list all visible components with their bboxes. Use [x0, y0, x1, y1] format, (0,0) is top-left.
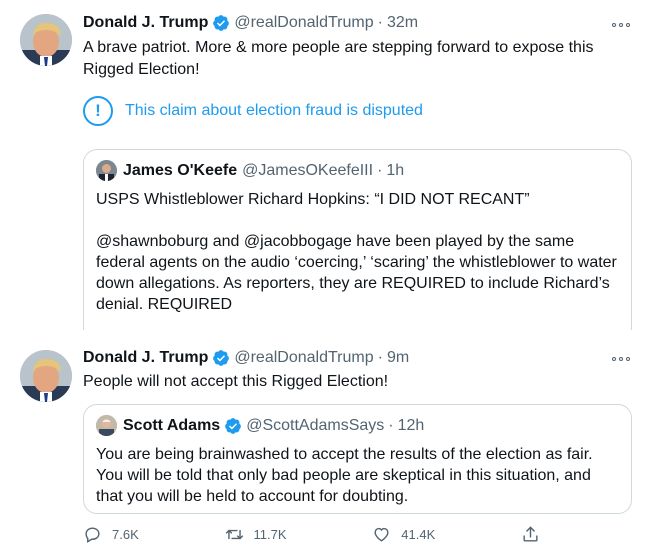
author-handle[interactable]: @realDonaldTrump: [234, 14, 373, 32]
tweet-actions: 7.6K 11.7K 41.4K: [83, 525, 550, 544]
tweet-text: People will not accept this Rigged Elect…: [83, 373, 389, 390]
like-icon: [374, 527, 389, 542]
separator-dot: ·: [377, 14, 383, 31]
tweet-timestamp[interactable]: 32m: [387, 14, 418, 32]
quoted-tweet[interactable]: James O'Keefe @JamesOKeefeIII · 1h USPS …: [83, 149, 632, 330]
reply-count: 7.6K: [112, 527, 139, 542]
like-button[interactable]: 41.4K: [372, 525, 435, 544]
quoted-author-name: Scott Adams: [123, 416, 221, 434]
retweet-icon: [225, 529, 243, 540]
disputed-claim-notice[interactable]: ! This claim about election fraud is dis…: [83, 95, 423, 127]
reply-button[interactable]: 7.6K: [83, 525, 139, 544]
quoted-author-handle: @ScottAdamsSays: [246, 416, 385, 434]
tweet-1[interactable]: Donald J. Trump @realDonaldTrump · 32m A…: [0, 0, 650, 330]
separator-dot: ·: [377, 161, 383, 179]
quoted-paragraph-1: USPS Whistleblower Richard Hopkins: “I D…: [96, 191, 530, 208]
avatar-image: [20, 14, 72, 66]
quoted-tweet-timestamp: 1h: [386, 161, 405, 179]
author-handle[interactable]: @realDonaldTrump: [234, 349, 373, 367]
author-name[interactable]: Donald J. Trump: [83, 14, 208, 32]
tweet-header: Donald J. Trump @realDonaldTrump · 32m: [83, 12, 610, 34]
quoted-author-avatar: [96, 160, 117, 181]
quoted-tweet-header: Scott Adams @ScottAdamsSays · 12h: [96, 415, 424, 436]
retweet-count: 11.7K: [253, 527, 287, 542]
share-button[interactable]: [521, 525, 550, 544]
tweet-header: Donald J. Trump @realDonaldTrump · 9m: [83, 347, 610, 369]
quoted-author-avatar: [96, 415, 117, 436]
more-options-icon[interactable]: [612, 354, 630, 364]
quoted-tweet-header: James O'Keefe @JamesOKeefeIII · 1h: [96, 160, 404, 181]
info-icon: !: [83, 96, 113, 126]
notice-text[interactable]: This claim about election fraud is dispu…: [125, 102, 423, 120]
author-name[interactable]: Donald J. Trump: [83, 349, 208, 367]
quoted-author-handle: @JamesOKeefeIII: [242, 161, 374, 179]
quoted-tweet[interactable]: Scott Adams @ScottAdamsSays · 12h You ar…: [83, 404, 632, 514]
tweet-2[interactable]: Donald J. Trump @realDonaldTrump · 9m Pe…: [0, 338, 650, 547]
verified-badge-icon: [212, 14, 230, 32]
tweet-text: A brave patriot. More & more people are …: [83, 39, 594, 78]
share-icon: [523, 526, 538, 542]
quoted-tweet-text: USPS Whistleblower Richard Hopkins: “I D…: [96, 189, 617, 315]
quoted-tweet-timestamp: 12h: [397, 416, 425, 434]
quoted-paragraph-2: @shawnboburg and @jacobbogage have been …: [96, 233, 617, 313]
author-avatar[interactable]: [20, 350, 72, 402]
separator-dot: ·: [388, 416, 394, 434]
like-count: 41.4K: [401, 527, 436, 542]
quoted-tweet-text: You are being brainwashed to accept the …: [96, 446, 593, 505]
tweet-timestamp[interactable]: 9m: [387, 349, 409, 367]
separator-dot: ·: [377, 349, 383, 366]
more-options-icon[interactable]: [612, 20, 630, 30]
avatar-image: [20, 350, 72, 402]
retweet-button[interactable]: 11.7K: [225, 525, 287, 544]
author-avatar[interactable]: [20, 14, 72, 66]
verified-badge-icon: [224, 417, 242, 435]
reply-icon: [85, 527, 100, 543]
verified-badge-icon: [212, 349, 230, 367]
quoted-author-name: James O'Keefe: [123, 161, 238, 179]
